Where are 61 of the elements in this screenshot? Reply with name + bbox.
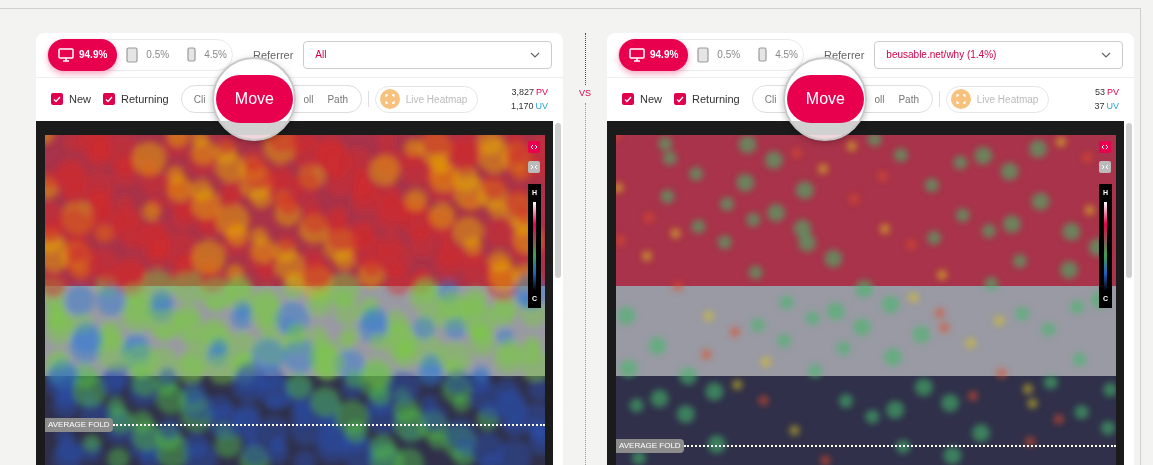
filter-checkbox[interactable]: Returning: [674, 91, 740, 108]
mode-tab[interactable]: oll: [303, 91, 314, 107]
tablet-icon: [126, 46, 139, 63]
stat-value: 37: [1094, 100, 1105, 114]
code-icon: [1101, 144, 1109, 150]
scrollbar-thumb[interactable]: [1126, 123, 1132, 278]
code-toggle-button[interactable]: [1099, 141, 1111, 153]
filter-checkbox[interactable]: Returning: [103, 91, 169, 108]
referrer-label: Referrer: [253, 47, 294, 63]
mode-tab[interactable]: Cli: [193, 91, 206, 107]
chevron-down-icon: [1101, 51, 1111, 58]
filter-checkbox[interactable]: New: [51, 91, 91, 108]
vs-label: VS: [579, 87, 591, 100]
chevron-down-icon: [530, 51, 540, 58]
mode-tab[interactable]: Move: [786, 75, 864, 124]
device-tab[interactable]: 94.9%: [48, 38, 118, 71]
expand-icon: [379, 89, 400, 110]
check-icon: [676, 95, 684, 103]
code-toggle-button[interactable]: [528, 141, 540, 153]
collapse-icon: [1101, 164, 1109, 170]
collapse-button[interactable]: [1099, 161, 1111, 173]
stat-unit: UV: [1106, 100, 1119, 114]
checkbox[interactable]: [674, 93, 686, 106]
referrer-label: Referrer: [824, 47, 865, 63]
checkbox[interactable]: [622, 93, 634, 106]
monitor-icon: [58, 47, 74, 62]
check-icon: [624, 95, 632, 103]
stat-value: 53: [1094, 86, 1105, 100]
mode-tab[interactable]: Path: [327, 91, 348, 107]
expand-icon: [950, 89, 971, 110]
device-tab[interactable]: 0.5%: [688, 38, 750, 71]
checkbox[interactable]: [103, 93, 115, 106]
code-icon: [530, 144, 538, 150]
tablet-icon: [697, 46, 710, 63]
phone-icon: [187, 47, 197, 63]
average-fold-label: AVERAGE FOLD: [45, 418, 113, 432]
stat-value: 1,170: [510, 100, 534, 114]
stat-unit: UV: [535, 100, 548, 114]
filter-checkbox[interactable]: New: [622, 91, 662, 108]
scrollbar-thumb[interactable]: [555, 123, 561, 278]
referrer-select[interactable]: beusable.net/why (1.4%): [874, 40, 1123, 69]
device-tab[interactable]: 4.5%: [749, 38, 807, 71]
mode-tab[interactable]: Cli: [764, 91, 777, 107]
mode-tab[interactable]: Move: [215, 75, 293, 124]
stat-unit: PV: [536, 86, 548, 100]
monitor-icon: [629, 47, 645, 62]
stat-value: 3,827: [511, 86, 534, 100]
check-icon: [53, 95, 61, 103]
phone-icon: [758, 47, 768, 63]
check-icon: [105, 95, 113, 103]
stat-unit: PV: [1107, 86, 1119, 100]
collapse-icon: [530, 164, 538, 170]
checkbox[interactable]: [51, 93, 63, 106]
average-fold-label: AVERAGE FOLD: [616, 439, 684, 453]
device-tab[interactable]: 0.5%: [117, 38, 179, 71]
collapse-button[interactable]: [528, 161, 540, 173]
mode-tab[interactable]: oll: [874, 91, 885, 107]
mode-tab[interactable]: Path: [898, 91, 919, 107]
referrer-select[interactable]: All: [303, 40, 552, 69]
device-tab[interactable]: 4.5%: [178, 38, 236, 71]
device-tab[interactable]: 94.9%: [619, 38, 689, 71]
